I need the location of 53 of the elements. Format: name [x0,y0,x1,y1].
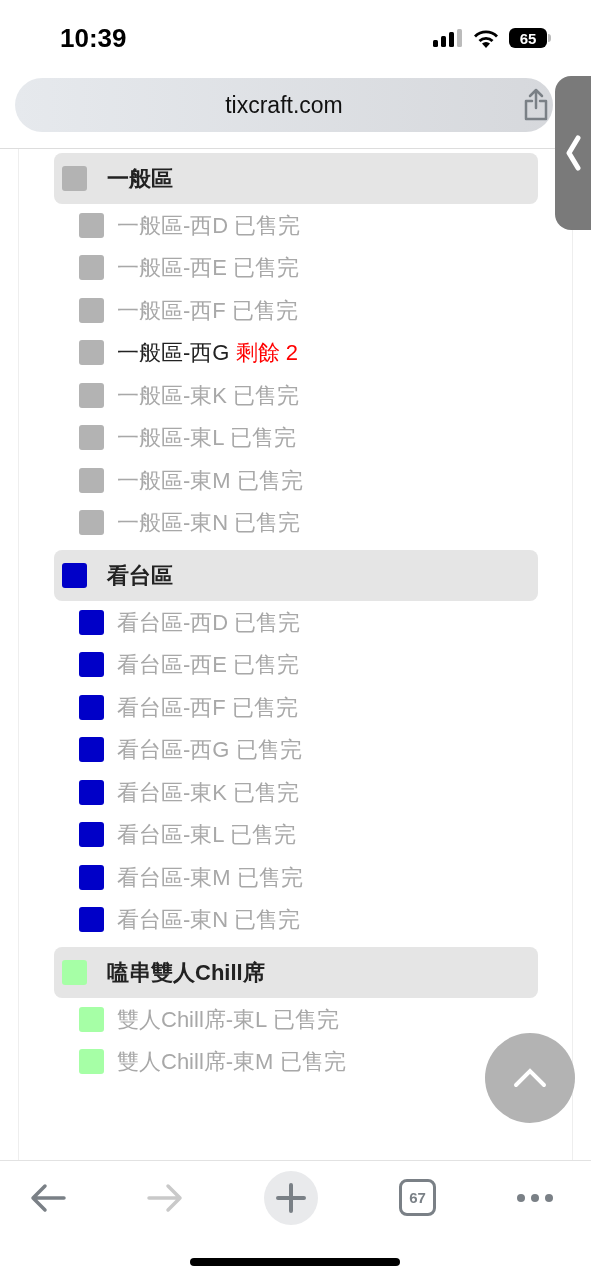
more-icon[interactable] [517,1192,553,1203]
area-label: 看台區-東K 已售完 [117,778,300,807]
tab-count-button[interactable]: 67 [399,1179,436,1216]
chevron-left-icon [565,135,581,171]
chevron-up-icon [513,1068,547,1088]
area-label: 一般區-東N 已售完 [117,509,301,538]
area-label: 雙人Chill席-東M 已售完 [117,1048,346,1077]
area-item[interactable]: 看台區-西G 已售完 [79,728,302,771]
area-item[interactable]: 一般區-西G 剩餘 2 [79,331,298,374]
section-header: 看台區 [54,550,538,601]
area-label: 一般區-東M 已售完 [117,466,303,495]
area-label: 雙人Chill席-東L 已售完 [117,1005,339,1034]
plus-icon [276,1182,306,1213]
area-label: 看台區-東M 已售完 [117,863,303,892]
area-item[interactable]: 雙人Chill席-東L 已售完 [79,998,339,1041]
battery-indicator: 65 [509,28,547,48]
area-label: 看台區-西E 已售完 [117,651,300,680]
area-item[interactable]: 雙人Chill席-東M 已售完 [79,1040,346,1083]
side-panel-tab[interactable] [555,76,591,230]
area-item[interactable]: 一般區-西F 已售完 [79,289,298,332]
area-item[interactable]: 看台區-西E 已售完 [79,643,300,686]
area-item[interactable]: 一般區-東L 已售完 [79,416,296,459]
area-item[interactable]: 看台區-東N 已售完 [79,898,301,941]
area-item[interactable]: 看台區-西F 已售完 [79,686,298,729]
area-label: 一般區-西D 已售完 [117,211,301,240]
status-time: 10:39 [60,21,127,55]
area-label: 一般區-西F 已售完 [117,296,298,325]
area-item[interactable]: 一般區-西E 已售完 [79,246,300,289]
area-item[interactable]: 看台區-西D 已售完 [79,601,301,644]
area-item[interactable]: 看台區-東L 已售完 [79,813,296,856]
share-icon[interactable] [523,88,549,121]
area-item[interactable]: 看台區-東M 已售完 [79,856,303,899]
new-tab-button[interactable] [264,1170,318,1225]
area-item[interactable]: 一般區-西D 已售完 [79,204,301,247]
area-item[interactable]: 一般區-東K 已售完 [79,374,300,417]
area-label: 一般區-西E 已售完 [117,254,300,283]
area-label: 看台區-西G 已售完 [117,736,302,765]
area-label: 一般區-東L 已售完 [117,424,296,453]
address-bar[interactable]: tixcraft.com [15,78,553,132]
area-label: 一般區-西G 剩餘 2 [117,339,298,368]
area-label: 看台區-西F 已售完 [117,693,298,722]
area-label: 看台區-東N 已售完 [117,906,301,935]
wifi-icon [473,28,499,48]
section-header: 一般區 [54,153,538,204]
area-label: 一般區-東K 已售完 [117,381,300,410]
area-item[interactable]: 看台區-東K 已售完 [79,771,300,814]
area-item[interactable]: 一般區-東N 已售完 [79,501,301,544]
section-header: 嗑串雙人Chill席 [54,947,538,998]
area-label: 看台區-東L 已售完 [117,821,296,850]
area-item[interactable]: 一般區-東M 已售完 [79,459,303,502]
back-arrow-icon[interactable] [30,1182,66,1213]
signal-icon [433,29,463,47]
area-label: 看台區-西D 已售完 [117,608,301,637]
